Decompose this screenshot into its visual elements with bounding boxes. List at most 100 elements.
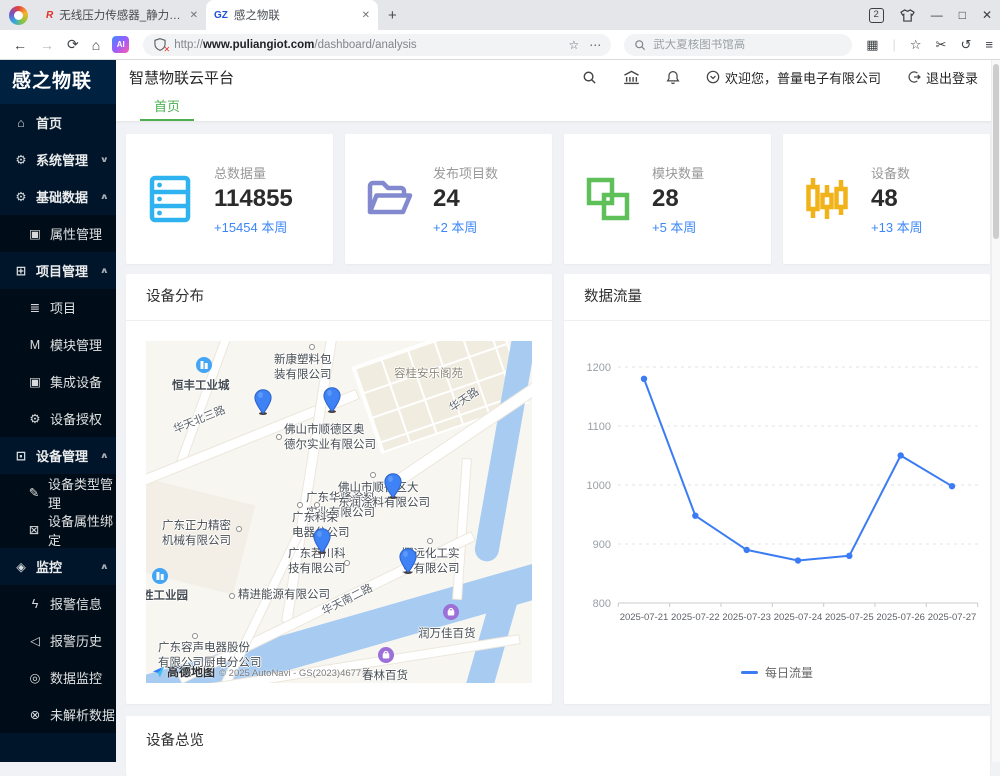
new-tab-button[interactable]: + [388,7,397,24]
stat-delta: +15454 本周 [214,217,293,236]
map-label-industrial: 胜工业园 [146,589,188,604]
welcome-user[interactable]: 欢迎您，普量电子有限公司 [706,68,881,87]
sidebar-item-basic-data[interactable]: ⚙基础数据∧ [0,178,116,215]
sidebar-item-device-type-management[interactable]: ✎设备类型管理 [0,474,116,511]
logout-icon [907,70,921,84]
tab-home-active[interactable]: 首页 [140,94,194,121]
home-button[interactable]: ⌂ [92,37,100,53]
map-label-mall: 春林百货 [362,669,408,683]
sidebar-item-data-monitoring[interactable]: ◎数据监控 [0,659,116,696]
legend-label: 每日流量 [765,664,813,681]
device-type-management-icon: ✎ [27,485,41,500]
map-device-marker-2[interactable] [323,387,341,413]
device-map[interactable]: 高德地图 © 2025 AutoNavi - GS(2023)4677号 恒丰工… [146,341,532,683]
map-poi-dot [314,502,320,508]
screenshot-scissors-icon[interactable]: ✂ [936,37,947,53]
sidebar-item-label: 监控 [36,557,62,576]
browser-tab-sensor[interactable]: R 无线压力传感器_静力水准仪_ ✕ [38,0,206,30]
devices-icon [803,175,851,223]
map-poi-dot [236,526,242,532]
sidebar-item-project[interactable]: ≣项目 [0,289,116,326]
apps-grid-icon[interactable]: ▦ [866,37,878,53]
stat-cards-row: 总数据量114855+15454 本周发布项目数24+2 本周模块数量28+5 … [126,134,990,264]
refresh-button[interactable]: ⟳ [67,36,79,53]
tab-count-badge[interactable]: 2 [869,8,884,23]
page-title: 智慧物联云平台 [129,67,582,88]
sidebar-item-monitoring[interactable]: ◈ 监控 ∧ [0,548,116,585]
sidebar-item-device-management[interactable]: ⊡设备管理∧ [0,437,116,474]
chevron-down-icon: ∨ [99,155,108,164]
chevron-up-icon: ∧ [99,562,108,571]
map-label-company: 广东容声电器股份有限公司厨电分公司 [158,641,262,671]
tab2-close-icon[interactable]: ✕ [362,10,370,21]
sidebar-item-project-management[interactable]: ⊞项目管理∧ [0,252,116,289]
database-icon [146,175,194,223]
ai-assistant-icon[interactable]: AI [112,36,129,53]
map-device-marker-5[interactable] [399,548,417,574]
window-minimize-button[interactable]: — [931,8,943,22]
scrollbar-thumb[interactable] [993,64,999,239]
sidebar-item-home[interactable]: ⌂首页 [0,104,116,141]
map-poi-dot [344,560,350,566]
app-logo[interactable]: 感之物联 [0,60,116,104]
map-label-mall: 润万佳百货 [418,627,476,642]
window-maximize-button[interactable]: □ [959,8,966,22]
sidebar-item-alarm-info[interactable]: ϟ报警信息 [0,585,116,622]
bookmark-star-icon[interactable]: ☆ [568,38,579,52]
stat-label: 模块数量 [652,163,704,182]
tab1-close-icon[interactable]: ✕ [190,10,198,21]
back-button[interactable]: ← [13,37,27,53]
browser-search-box[interactable] [624,34,852,56]
address-more-icon[interactable]: ⋯ [589,38,601,52]
mall-badge-icon [378,647,394,663]
mall-badge-icon [443,604,459,620]
browser-logo-icon[interactable] [9,6,28,25]
sidebar-item-alarm-history[interactable]: ◁报警历史 [0,622,116,659]
map-poi-dot [229,593,235,599]
chart-legend[interactable]: 每日流量 [564,664,990,681]
sidebar-item-unparsed-data[interactable]: ⊗未解析数据 [0,696,116,733]
organization-bank-icon[interactable] [623,70,640,85]
sidebar-item-system-management[interactable]: ⚙系统管理∨ [0,141,116,178]
sidebar-item-label: 模块管理 [50,335,102,354]
menu-hamburger-icon[interactable]: ≡ [985,37,993,52]
device-management-icon: ⊡ [13,448,29,463]
stat-label: 设备数 [871,163,923,182]
monitoring-icon: ◈ [13,559,29,574]
shield-warning-icon[interactable]: ✕ [153,37,167,52]
tab2-title: 感之物联 [234,7,356,23]
window-close-button[interactable]: ✕ [982,8,992,22]
stat-value: 28 [652,185,704,213]
favorites-icon[interactable]: ☆ [910,37,922,53]
history-undo-icon[interactable]: ↺ [960,37,971,53]
browser-tab-ganzhi-active[interactable]: GZ 感之物联 ✕ [206,0,378,30]
tab1-title: 无线压力传感器_静力水准仪_ [59,7,183,23]
logout-button[interactable]: 退出登录 [907,68,978,87]
header-search-icon[interactable] [582,70,597,85]
sidebar-item-attribute-management[interactable]: ▣属性管理 [0,215,116,252]
sidebar-item-device-authorization[interactable]: ⚙设备授权 [0,400,116,437]
device-attribute-binding-icon: ⊠ [27,522,41,537]
notifications-bell-icon[interactable] [666,70,680,85]
theme-shirt-icon[interactable] [900,9,915,22]
url-text[interactable]: http://www.puliangiot.com/dashboard/anal… [174,39,558,51]
traffic-line-chart[interactable]: 8009001000110012002025-07-212025-07-2220… [564,321,985,657]
map-device-marker-1[interactable] [254,389,272,415]
sidebar-item-integrated-device[interactable]: ▣集成设备 [0,363,116,400]
sidebar-item-device-attribute-binding[interactable]: ⊠设备属性绑定 [0,511,116,548]
stat-card-module-count: 模块数量 28 +5 本周 [564,134,771,264]
forward-button[interactable]: → [40,37,54,53]
sidebar-item-label: 未解析数据 [50,705,115,724]
folder-icon [365,175,413,223]
address-bar[interactable]: ✕ http://www.puliangiot.com/dashboard/an… [143,34,611,56]
map-poi-dot [192,633,198,639]
stat-delta: +5 本周 [652,217,704,236]
page-scrollbar[interactable] [991,60,1000,762]
map-device-marker-3[interactable] [384,473,402,499]
stat-card-published-projects: 发布项目数24+2 本周 [345,134,552,264]
project-icon: ≣ [27,300,43,315]
industrial-badge-icon [152,568,168,584]
sidebar-item-module-management[interactable]: M模块管理 [0,326,116,363]
map-device-marker-4[interactable] [313,528,331,554]
browser-search-input[interactable] [653,39,842,51]
